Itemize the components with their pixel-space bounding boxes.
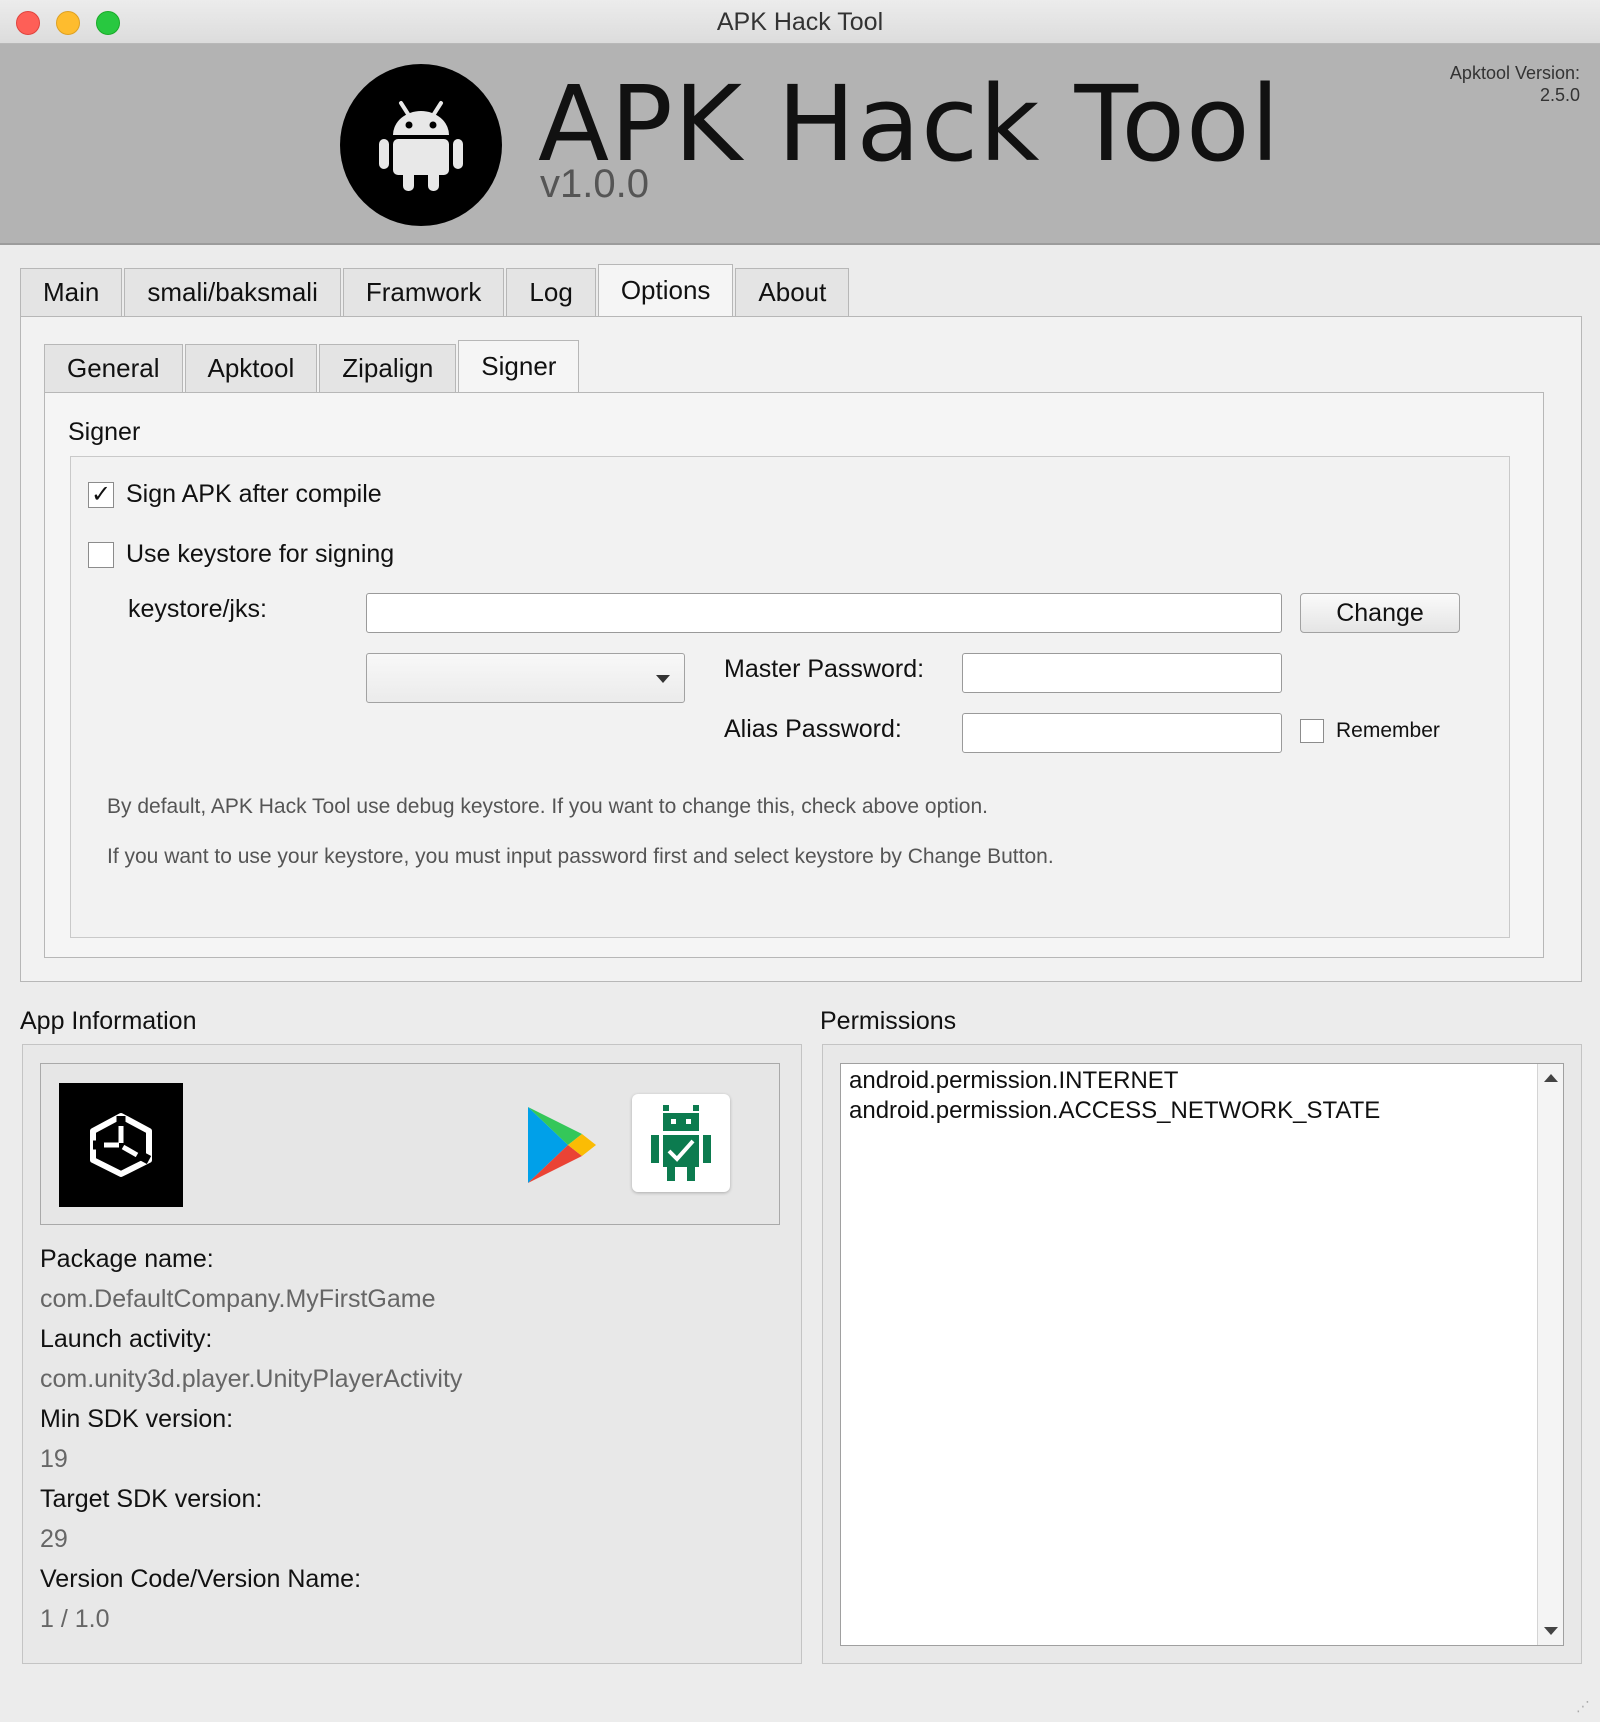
scroll-up-arrow-icon[interactable] [1544,1074,1558,1082]
target-sdk-value: 29 [40,1525,68,1553]
signer-hint-1: By default, APK Hack Tool use debug keys… [107,795,988,818]
signer-hint-2: If you want to use your keystore, you mu… [107,845,1054,868]
package-name-label: Package name: [40,1245,214,1273]
tab-signer[interactable]: Signer [458,340,580,392]
checkbox-unchecked[interactable] [1300,719,1324,743]
tab-zipalign[interactable]: Zipalign [319,344,457,392]
alias-combobox[interactable] [366,653,685,703]
change-keystore-button[interactable]: Change [1300,593,1460,633]
keystore-path-field[interactable] [366,593,1282,633]
remember-checkbox[interactable]: Remember [1300,719,1440,743]
apktool-version-label: Apktool Version: [1449,63,1580,83]
google-play-icon [524,1103,600,1187]
signer-group-title: Signer [68,418,141,446]
sign-after-compile-label: Sign APK after compile [126,480,382,508]
header-banner: APK Hack Tool v1.0.0 Apktool Version: 2.… [0,44,1600,245]
use-keystore-label: Use keystore for signing [126,540,395,568]
alias-password-label: Alias Password: [724,715,902,743]
list-item[interactable]: android.permission.INTERNET [841,1066,1563,1096]
permissions-title: Permissions [820,1007,957,1035]
list-item[interactable]: android.permission.ACCESS_NETWORK_STATE [841,1096,1563,1126]
apktool-version-value: 2.5.0 [1539,85,1580,105]
tab-smali-baksmali[interactable]: smali/baksmali [124,268,341,316]
launch-activity-label: Launch activity: [40,1325,213,1353]
tab-options[interactable]: Options [597,264,734,316]
tab-about[interactable]: About [735,268,850,316]
resize-grip-icon[interactable]: ⋰ [1576,1698,1594,1716]
checkbox-unchecked[interactable] [88,541,114,568]
version-value: 1 / 1.0 [40,1605,110,1633]
android-icon [340,64,502,226]
sign-after-compile-checkbox[interactable]: ✓ Sign APK after compile [88,480,382,509]
app-title: APK Hack Tool [538,63,1281,185]
keystore-label: keystore/jks: [128,595,267,623]
target-sdk-label: Target SDK version: [40,1485,263,1513]
tab-framwork[interactable]: Framwork [342,268,505,316]
android-signer-icon [632,1094,730,1192]
main-tab-bar: Main smali/baksmali Framwork Log Options… [20,264,851,316]
remember-label: Remember [1336,719,1440,742]
master-password-label: Master Password: [724,655,925,683]
chevron-down-icon [656,675,670,683]
app-info-title: App Information [20,1007,197,1035]
tab-log[interactable]: Log [506,268,596,316]
title-bar: APK Hack Tool [0,0,1600,44]
options-tab-bar: General Apktool Zipalign Signer [44,340,581,392]
version-label: Version Code/Version Name: [40,1565,362,1593]
window-title: APK Hack Tool [716,8,884,36]
checkbox-checked[interactable]: ✓ [88,481,114,508]
use-keystore-checkbox[interactable]: Use keystore for signing [88,540,394,569]
min-sdk-label: Min SDK version: [40,1405,234,1433]
scroll-down-arrow-icon[interactable] [1544,1627,1558,1635]
tab-general[interactable]: General [44,344,183,392]
apktool-version: Apktool Version: 2.5.0 [1380,62,1580,106]
app-version: v1.0.0 [540,162,649,206]
min-sdk-value: 19 [40,1445,68,1473]
alias-password-field[interactable] [962,713,1282,753]
package-name-value: com.DefaultCompany.MyFirstGame [40,1285,436,1313]
unity-icon [59,1083,183,1207]
master-password-field[interactable] [962,653,1282,693]
tab-main[interactable]: Main [20,268,123,316]
permissions-scrollbar[interactable] [1537,1064,1563,1645]
permissions-list[interactable]: android.permission.INTERNET android.perm… [840,1063,1564,1646]
tab-apktool[interactable]: Apktool [184,344,318,392]
launch-activity-value: com.unity3d.player.UnityPlayerActivity [40,1365,463,1393]
